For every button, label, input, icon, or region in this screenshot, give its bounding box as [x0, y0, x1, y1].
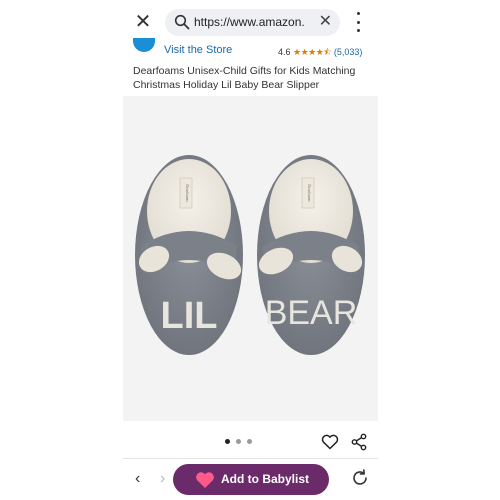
store-row: Visit the Store 4.6 ★★★★⯪ (5,033) [123, 38, 378, 61]
store-logo-icon [133, 38, 155, 52]
reload-icon[interactable] [351, 469, 369, 487]
add-to-babylist-button[interactable]: Add to Babylist [173, 464, 329, 495]
url-text: https://www.amazon. [194, 15, 305, 29]
babylist-heart-icon [196, 472, 214, 488]
slippers-illustration: Dearfoams LIL Dearfoams BEAR [135, 155, 365, 355]
pager-dot[interactable] [236, 439, 241, 444]
heart-outline-icon[interactable] [321, 434, 339, 450]
rating-stars-icon: ★★★★⯪ [293, 47, 332, 57]
left-slipper-text: LIL [161, 295, 218, 337]
rating-value: 4.6 [278, 47, 291, 57]
search-icon [174, 14, 190, 30]
left-insole-brand: Dearfoams [185, 184, 190, 202]
chevron-right-icon[interactable]: › [160, 470, 165, 488]
product-title: Dearfoams Unisex-Child Gifts for Kids Ma… [133, 65, 356, 91]
pager-dot[interactable] [247, 439, 252, 444]
product-image[interactable]: Dearfoams LIL Dearfoams BEAR [123, 96, 378, 421]
visit-store-link[interactable]: Visit the Store [164, 44, 232, 56]
rating[interactable]: 4.6 ★★★★⯪ (5,033) [278, 45, 362, 61]
kebab-menu-icon[interactable] [353, 12, 363, 32]
right-slipper: Dearfoams BEAR [257, 155, 365, 355]
clear-icon[interactable]: ✕ [319, 13, 332, 31]
browser-top-bar: ✕ https://www.amazon. ✕ [123, 0, 378, 44]
left-slipper: Dearfoams LIL [135, 155, 243, 355]
close-icon[interactable]: ✕ [133, 12, 153, 32]
add-to-babylist-label: Add to Babylist [221, 472, 310, 486]
image-pager[interactable] [225, 439, 252, 445]
rating-count: (5,033) [333, 47, 363, 57]
chevron-left-icon[interactable]: ‹ [135, 470, 140, 488]
browser-screen: ✕ https://www.amazon. ✕ Visit the Store … [123, 0, 378, 500]
share-icon[interactable] [351, 433, 367, 451]
address-bar[interactable]: https://www.amazon. ✕ [165, 9, 340, 36]
bottom-toolbar: ‹ › Add to Babylist [123, 458, 378, 500]
right-slipper-text: BEAR [265, 294, 358, 332]
pager-dot-active[interactable] [225, 439, 230, 444]
right-insole-brand: Dearfoams [307, 184, 312, 202]
